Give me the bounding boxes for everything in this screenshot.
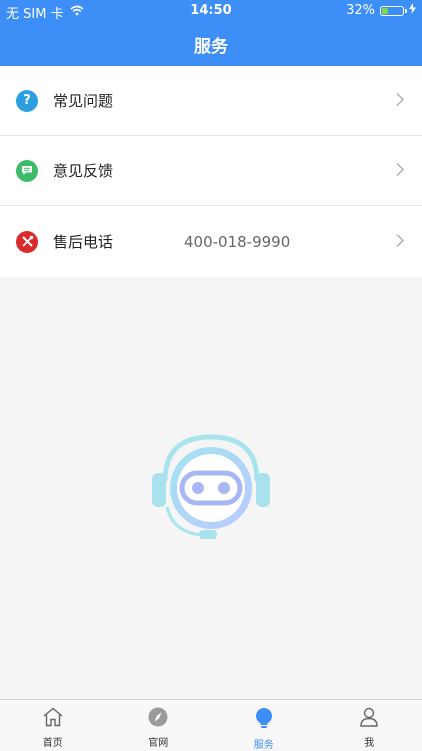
battery-icon (380, 6, 404, 16)
row-feedback[interactable]: 意见反馈 (0, 136, 422, 206)
row-aftersales-phone[interactable]: 售后电话 400-018-9990 (0, 206, 422, 277)
robot-assistant-icon (151, 433, 271, 549)
phone-number: 400-018-9990 (184, 233, 290, 251)
service-list: ? 常见问题 意见反馈 售后电话 400-018-9990 (0, 66, 422, 277)
page-title: 服务 (194, 32, 228, 57)
row-faq[interactable]: ? 常见问题 (0, 66, 422, 136)
home-icon (42, 707, 64, 731)
charging-bolt-icon (409, 3, 416, 18)
chevron-right-icon (396, 91, 404, 110)
tab-label: 我 (364, 734, 374, 749)
tab-label: 官网 (148, 734, 168, 749)
tab-service[interactable]: 服务 (211, 700, 317, 750)
battery-level (382, 8, 388, 14)
tab-me[interactable]: 我 (317, 700, 422, 750)
row-label: 意见反馈 (53, 160, 113, 181)
bulb-icon (253, 707, 275, 733)
feedback-icon (16, 160, 38, 182)
row-label: 常见问题 (53, 90, 113, 111)
chevron-right-icon (396, 161, 404, 180)
nav-bar: 服务 (0, 22, 422, 66)
chevron-right-icon (396, 232, 404, 251)
tab-home[interactable]: 首页 (0, 700, 106, 750)
compass-icon (147, 707, 169, 731)
tab-bar: 首页 官网 服务 我 (0, 699, 422, 750)
tab-website[interactable]: 官网 (106, 700, 212, 750)
battery-percent: 32% (346, 3, 375, 18)
person-icon (358, 707, 380, 731)
tab-label: 服务 (254, 736, 274, 751)
tab-label: 首页 (43, 734, 63, 749)
tools-icon (16, 231, 38, 253)
row-label: 售后电话 (53, 231, 113, 252)
status-bar: 无 SIM 卡 14:50 32% (0, 0, 422, 22)
question-icon: ? (16, 90, 38, 112)
